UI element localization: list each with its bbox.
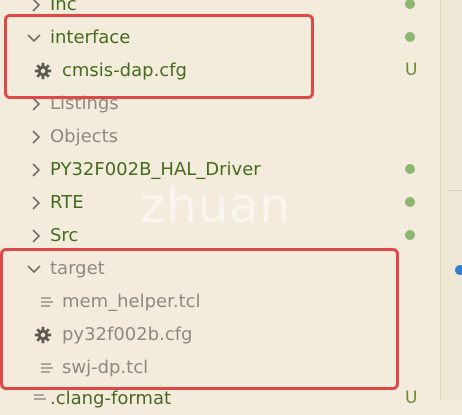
tree-item-label: Inc: [50, 0, 77, 15]
tree-item-label: PY32F002B_HAL_Driver: [50, 159, 261, 180]
divider: [447, 190, 462, 191]
git-status-untracked: U: [405, 60, 418, 80]
git-status-dot: [405, 164, 415, 174]
tree-item-objects[interactable]: Objects: [0, 120, 440, 153]
chevron-right-icon: [27, 194, 45, 212]
indicator-dot: [455, 265, 462, 275]
git-status-dot: [405, 32, 415, 42]
chevron-right-icon: [27, 0, 45, 14]
chevron-right-icon: [27, 227, 45, 245]
watermark: zhuan: [140, 178, 291, 234]
git-status-dot: [405, 197, 415, 207]
highlight-box-target: [0, 248, 399, 390]
chevron-right-icon: [27, 128, 45, 146]
git-status-untracked: U: [405, 388, 418, 408]
tree-item-label: Objects: [50, 126, 119, 147]
editor-edge: [440, 0, 462, 400]
tree-item-label: Src: [50, 225, 79, 246]
git-status-dot: [405, 230, 415, 240]
tree-item-label: RTE: [50, 192, 84, 213]
git-status-dot: [405, 0, 415, 9]
tree-item-label: .clang-format: [50, 388, 172, 409]
text-file-icon: [30, 389, 50, 409]
highlight-box-interface: [4, 14, 314, 99]
chevron-right-icon: [27, 161, 45, 179]
file-explorer: Inc interface cmsis-dap.cfg U Listings O…: [0, 0, 440, 409]
